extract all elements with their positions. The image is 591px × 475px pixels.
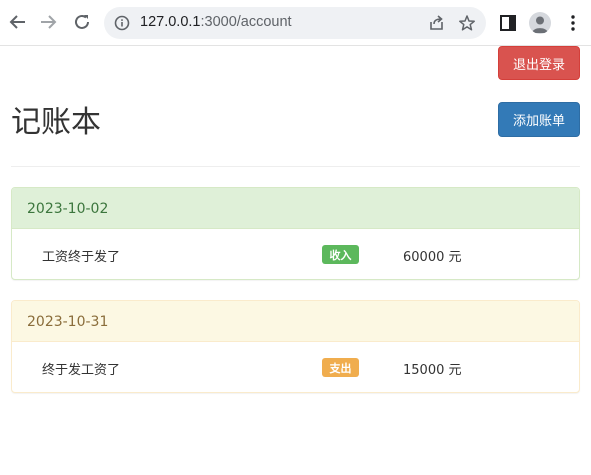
share-icon[interactable] (428, 14, 446, 32)
account-amount: 60000 元 (403, 250, 462, 265)
url-text[interactable]: 127.0.0.1:3000/account (140, 14, 292, 30)
account-panel: 2023-10-02 工资终于发了 收入 60000 元 (11, 187, 580, 280)
page-title: 记账本 (11, 105, 101, 140)
address-bar[interactable]: 127.0.0.1:3000/account (104, 7, 486, 39)
browser-toolbar: 127.0.0.1:3000/account (0, 0, 591, 46)
account-amount: 15000 元 (403, 363, 462, 378)
divider (11, 166, 580, 167)
star-icon[interactable] (458, 14, 476, 32)
forward-arrow-icon[interactable] (37, 11, 59, 33)
account-body: 终于发工资了 支出 15000 元 (12, 342, 579, 392)
account-type-badge: 支出 (322, 358, 359, 377)
account-date: 2023-10-31 (12, 301, 579, 342)
add-bill-button[interactable]: 添加账单 (498, 102, 580, 137)
account-body: 工资终于发了 收入 60000 元 (12, 229, 579, 279)
back-arrow-icon[interactable] (7, 11, 29, 33)
account-date: 2023-10-02 (12, 188, 579, 229)
account-title: 工资终于发了 (42, 250, 121, 265)
reload-icon[interactable] (71, 11, 93, 33)
side-panel-icon[interactable] (500, 15, 516, 31)
account-type-badge: 收入 (322, 245, 359, 264)
logout-button[interactable]: 退出登录 (498, 46, 580, 80)
account-title: 终于发工资了 (42, 363, 121, 378)
more-menu-icon[interactable] (568, 14, 578, 32)
url-host: 127.0.0.1 (140, 14, 201, 30)
account-panel: 2023-10-31 终于发工资了 支出 15000 元 (11, 300, 580, 393)
url-path: :3000/account (200, 14, 292, 30)
info-icon[interactable] (114, 15, 130, 31)
profile-icon[interactable] (529, 12, 551, 34)
